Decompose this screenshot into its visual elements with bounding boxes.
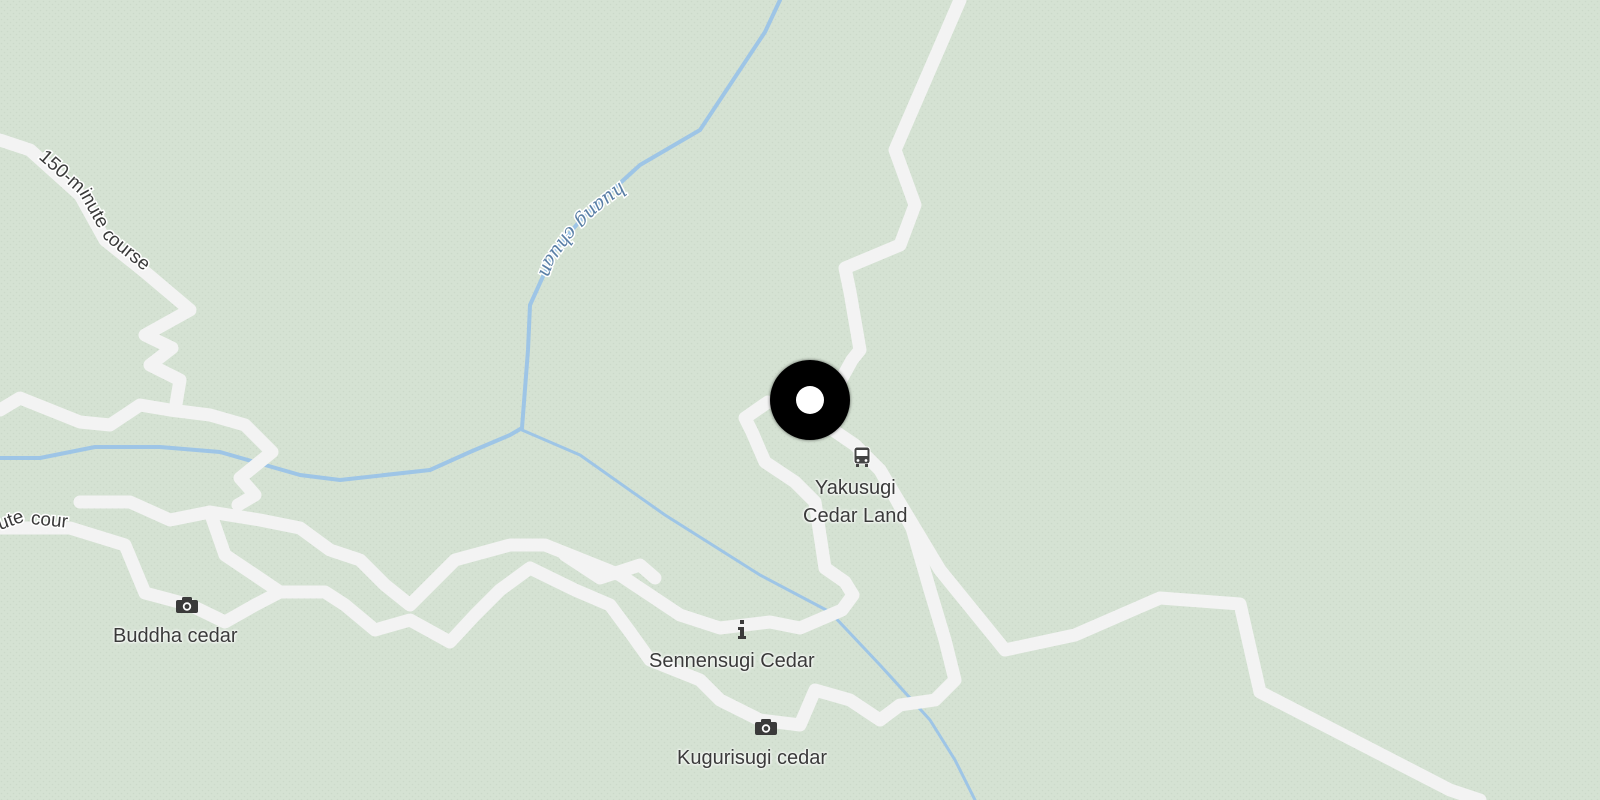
camera-icon[interactable] [175, 596, 199, 614]
location-marker[interactable] [770, 360, 850, 440]
location-marker-center [796, 386, 824, 414]
poi-label-yakusugi[interactable]: Yakusugi Cedar Land [803, 474, 908, 530]
camera-icon[interactable] [754, 718, 778, 736]
bus-stop-icon[interactable] [852, 445, 872, 469]
map-canvas[interactable]: 150-minute course ute course huang chuan… [0, 0, 1600, 800]
poi-label-buddha[interactable]: Buddha cedar [113, 622, 238, 650]
info-icon[interactable] [736, 620, 748, 640]
poi-label-kugurisugi[interactable]: Kugurisugi cedar [677, 744, 827, 772]
poi-label-sennensugi[interactable]: Sennensugi Cedar [649, 647, 815, 675]
